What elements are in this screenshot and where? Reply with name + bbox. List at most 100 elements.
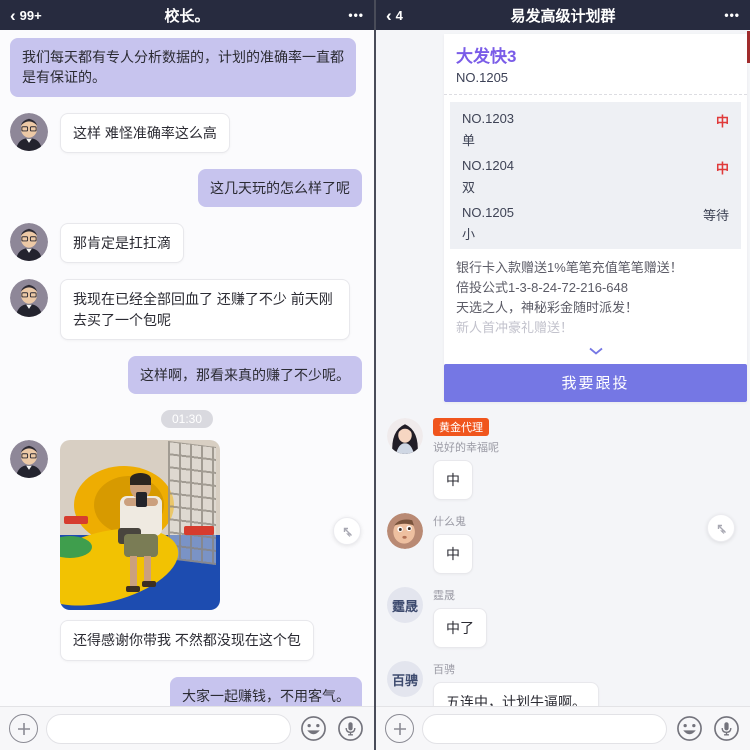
right-input-bar xyxy=(376,706,750,750)
received-bubble: 我现在已经全部回血了 还赚了不少 前天刚去买了一个包呢 xyxy=(60,279,350,341)
plus-icon xyxy=(393,722,406,735)
row-bet: 小 xyxy=(462,227,476,242)
collapse-arrows-icon xyxy=(717,524,726,534)
member-avatar[interactable] xyxy=(387,417,423,454)
contact-avatar[interactable] xyxy=(10,112,48,151)
right-message-list: 大发快3 NO.1205 NO.1203 单 中 NO.1204 双 中 NO.… xyxy=(376,30,750,706)
photo-person-leg xyxy=(144,556,151,583)
emoji-button[interactable] xyxy=(675,714,704,743)
photo-person-shorts xyxy=(124,534,158,558)
collapse-arrows-button[interactable] xyxy=(707,514,735,542)
photo-phone xyxy=(136,492,147,508)
sent-bubble: 这几天玩的怎么样了呢 xyxy=(198,168,362,208)
message-input[interactable] xyxy=(422,713,667,744)
row-issue: NO.1203 xyxy=(462,111,515,126)
collapse-arrows-icon xyxy=(343,527,352,537)
message-input[interactable] xyxy=(46,713,291,744)
row-status: 中 xyxy=(715,114,729,129)
agent-badge: 黄金代理 xyxy=(433,417,489,436)
group-bubble: 五连中，计划牛逼啊。 xyxy=(433,682,599,706)
member-avatar[interactable]: 百骋 xyxy=(387,661,423,698)
plan-rows-panel: NO.1203 单 中 NO.1204 双 中 NO.1205 小 等待 xyxy=(450,102,741,249)
back-chevron-icon: ‹ xyxy=(10,5,16,25)
avatar-column xyxy=(10,440,60,479)
group-message: 百骋 百骋 五连中，计划牛逼啊。 xyxy=(387,661,742,706)
message-body: 霆晟 中了 xyxy=(433,587,487,649)
plus-button[interactable] xyxy=(385,714,414,743)
dual-chat-screenshot: ‹ 99+ 校长。 ••• 我们每天都有专人分析数据的，计划的准确率一直都是有保… xyxy=(0,0,750,750)
plus-icon xyxy=(17,722,30,735)
message-row: 那肯定是扛扛滴 xyxy=(10,223,364,264)
message-group: 我们每天都有专人分析数据的，计划的准确率一直都是有保证的。 xyxy=(0,36,374,97)
timestamp-wrap: 01:30 xyxy=(0,410,374,429)
photo-red-stool xyxy=(64,516,88,525)
row-issue: NO.1204 xyxy=(462,158,515,173)
back-chevron-icon: ‹ xyxy=(386,5,392,25)
left-chat-header: ‹ 99+ 校长。 ••• xyxy=(0,0,374,30)
row-status: 等待 xyxy=(702,208,729,223)
right-chat-header: ‹ 4 易发高级计划群 ••• xyxy=(376,0,750,30)
unread-count: 99+ xyxy=(19,7,42,23)
group-message: 什么鬼 中 xyxy=(387,512,742,575)
expand-toggle[interactable] xyxy=(444,339,747,364)
plus-button[interactable] xyxy=(9,714,38,743)
promo-line: 天选之人，神秘彩金随时派发！ xyxy=(456,300,639,316)
member-name: 什么鬼 xyxy=(433,515,466,528)
avatar-column xyxy=(10,112,60,151)
avatar-column xyxy=(10,223,60,262)
photo-sandal xyxy=(126,586,140,593)
voice-button[interactable] xyxy=(336,714,365,743)
row-bet: 单 xyxy=(462,133,476,148)
game-title: 大发快3 xyxy=(456,47,517,66)
promo-line: 银行卡入款赠送1%笔笔充值笔笔赠送！ xyxy=(456,260,683,275)
message-body: 黄金代理 说好的幸福呢 中 xyxy=(433,417,499,500)
group-bubble: 中 xyxy=(433,459,473,500)
photo-message[interactable] xyxy=(60,440,220,611)
member-name: 霆晟 xyxy=(433,590,455,603)
current-issue: NO.1205 xyxy=(456,70,509,85)
sent-bubble: 这样啊，那看来真的赚了不少呢。 xyxy=(128,356,362,395)
emoji-button[interactable] xyxy=(299,714,328,743)
contact-avatar[interactable] xyxy=(10,440,48,479)
promo-text: 银行卡入款赠送1%笔笔充值笔笔赠送！ 倍投公式1-3-8-24-72-216-6… xyxy=(444,249,747,339)
more-menu-button[interactable]: ••• xyxy=(348,8,364,22)
back-button[interactable]: ‹ 4 xyxy=(386,7,403,24)
avatar-column xyxy=(10,279,60,318)
promo-line: 新人首冲豪礼赠送！ xyxy=(456,320,574,336)
received-bubble: 那肯定是扛扛滴 xyxy=(60,223,184,264)
voice-button[interactable] xyxy=(712,714,741,743)
row-status: 中 xyxy=(715,161,729,176)
plan-card-header: 大发快3 NO.1205 xyxy=(444,34,747,95)
lottery-plan-card: 大发快3 NO.1205 NO.1203 单 中 NO.1204 双 中 NO.… xyxy=(444,34,747,402)
badge-row: 黄金代理 xyxy=(433,417,499,439)
right-chat-panel: ‹ 4 易发高级计划群 ••• 大发快3 NO.1205 NO.1203 单 中… xyxy=(376,0,750,750)
member-avatar[interactable] xyxy=(387,512,423,549)
back-button[interactable]: ‹ 99+ xyxy=(10,7,42,24)
follow-bet-button[interactable]: 我要跟投 xyxy=(444,363,747,402)
message-row: 我现在已经全部回血了 还赚了不少 前天刚去买了一个包呢 xyxy=(10,279,364,341)
left-input-bar xyxy=(0,706,374,750)
unread-count: 4 xyxy=(395,7,403,23)
group-message: 霆晟 霆晟 中了 xyxy=(387,587,742,649)
plan-row: NO.1203 单 中 xyxy=(462,111,729,149)
collapse-arrows-button[interactable] xyxy=(333,517,361,545)
plan-row: NO.1204 双 中 xyxy=(462,158,729,196)
member-avatar[interactable]: 霆晟 xyxy=(387,587,423,624)
photo-red-stool xyxy=(184,526,214,536)
contact-avatar[interactable] xyxy=(10,279,48,318)
smiley-icon xyxy=(677,716,702,741)
message-row: 大家一起赚钱，不用客气。 xyxy=(10,676,362,706)
row-bet: 双 xyxy=(462,180,476,195)
more-menu-button[interactable]: ••• xyxy=(724,8,740,22)
contact-avatar[interactable] xyxy=(10,223,48,262)
group-messages: 黄金代理 说好的幸福呢 中 什么鬼 中 霆晟 霆晟 中了 百骋 百骋 五连中，计… xyxy=(376,410,750,706)
member-name: 百骋 xyxy=(433,664,455,677)
message-row xyxy=(10,440,364,611)
left-message-list: 我们每天都有专人分析数据的，计划的准确率一直都是有保证的。 这样 难怪准确率这么… xyxy=(0,30,374,706)
sent-bubble: 大家一起赚钱，不用客气。 xyxy=(170,676,362,706)
timestamp: 01:30 xyxy=(160,410,214,429)
left-chat-panel: ‹ 99+ 校长。 ••• 我们每天都有专人分析数据的，计划的准确率一直都是有保… xyxy=(0,0,374,750)
microphone-icon xyxy=(714,716,739,741)
received-bubble: 还得感谢你带我 不然都没现在这个包 xyxy=(60,620,314,661)
photo-person-leg xyxy=(130,556,137,587)
